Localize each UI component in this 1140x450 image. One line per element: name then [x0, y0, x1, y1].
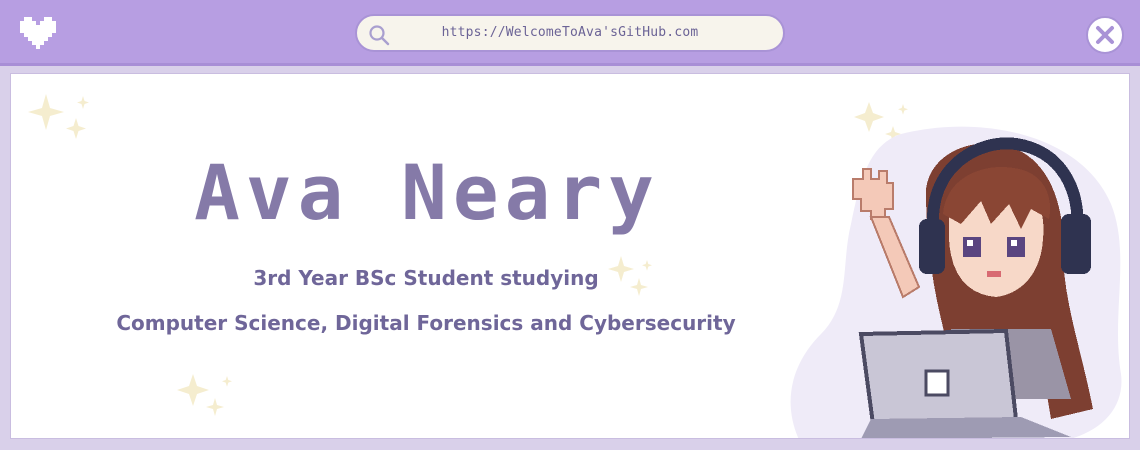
sparkle-icon [177, 374, 232, 416]
subtitle-year: 3rd Year BSc Student studying [253, 266, 599, 290]
banner-content: Ava Neary 3rd Year BSc Student studying … [10, 73, 1130, 439]
heart-icon[interactable] [20, 16, 56, 50]
avatar-illustration [852, 137, 1093, 438]
profile-name: Ava Neary [194, 148, 660, 237]
browser-window: https://WelcomeToAva'sGitHub.com Ava Nea… [0, 0, 1140, 450]
close-icon [1096, 26, 1114, 44]
close-button[interactable] [1086, 16, 1124, 54]
subtitle-subjects: Computer Science, Digital Forensics and … [116, 311, 736, 335]
sparkle-icon [28, 94, 89, 139]
address-bar[interactable]: https://WelcomeToAva'sGitHub.com [355, 14, 785, 52]
url-text[interactable]: https://WelcomeToAva'sGitHub.com [357, 16, 783, 50]
title-bar: https://WelcomeToAva'sGitHub.com [0, 0, 1140, 66]
